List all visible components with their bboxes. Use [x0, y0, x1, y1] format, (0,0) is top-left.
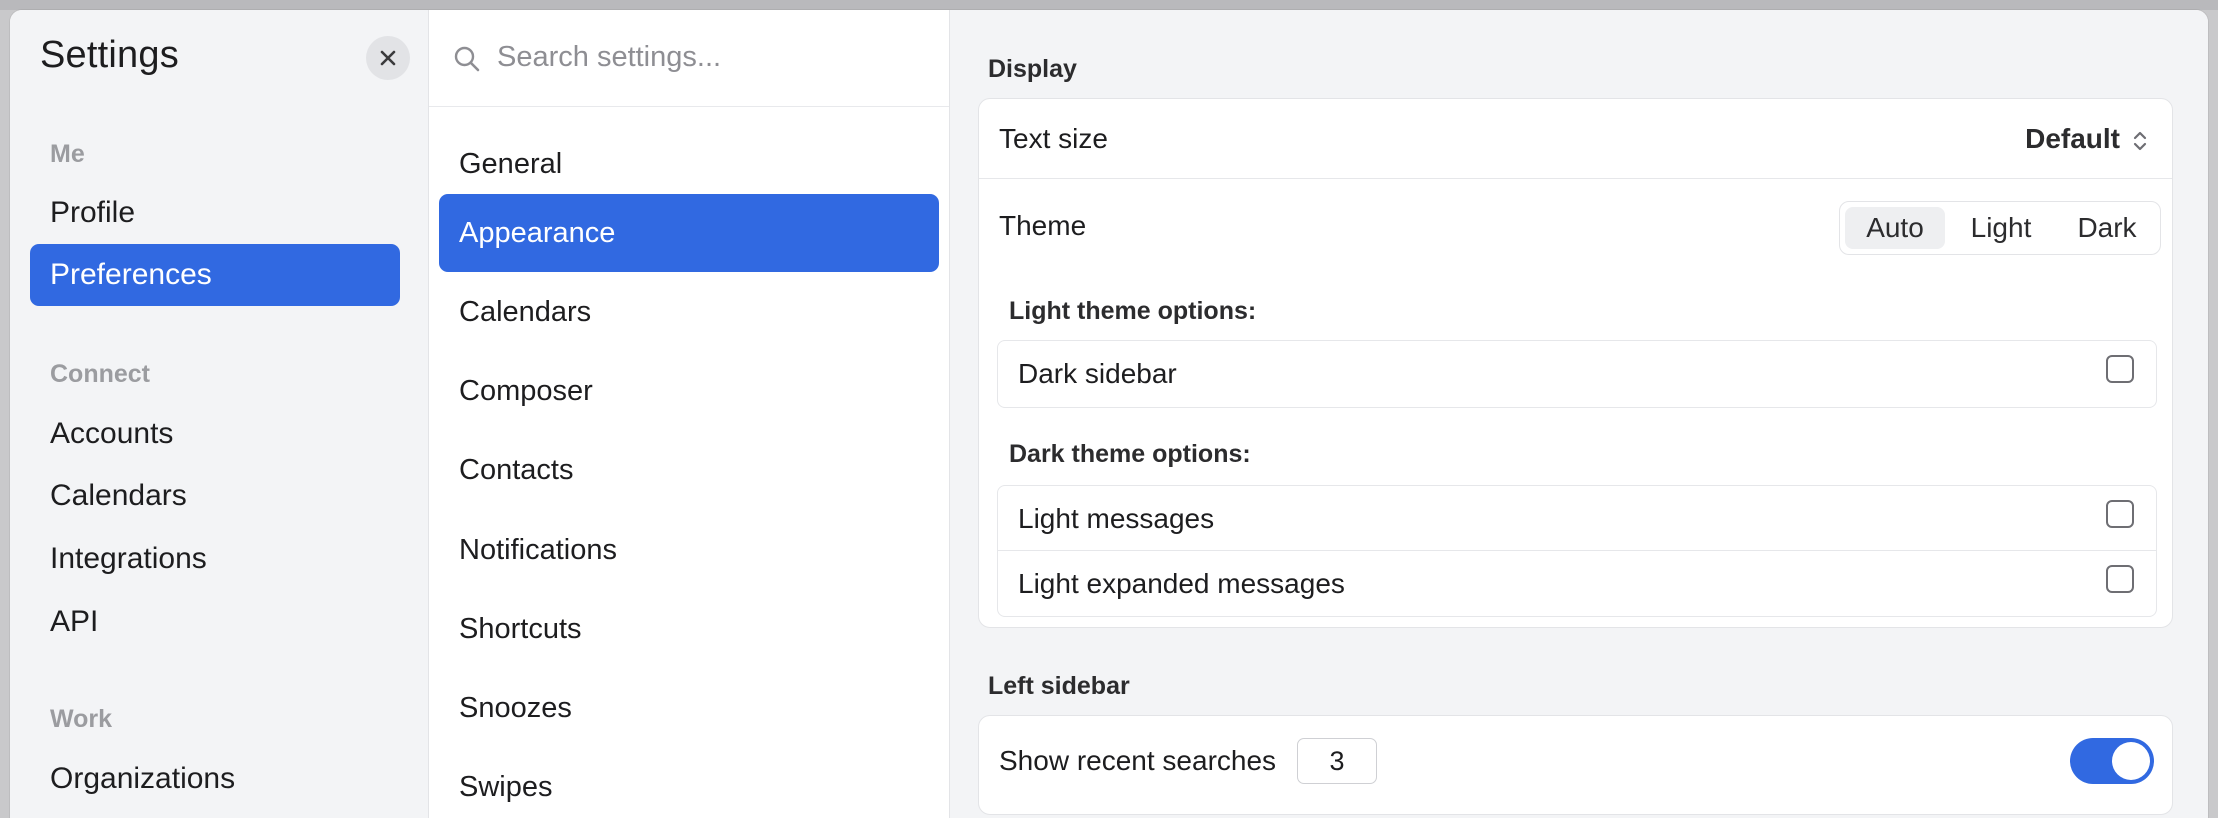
divider — [979, 178, 2172, 179]
close-icon — [380, 50, 396, 66]
light-messages-label: Light messages — [1018, 503, 1215, 534]
dark-sidebar-label: Dark sidebar — [1018, 358, 1177, 389]
category-general[interactable]: General — [439, 125, 939, 203]
search-icon — [454, 46, 480, 72]
text-size-value: Default — [2025, 123, 2120, 154]
category-composer[interactable]: Composer — [439, 352, 939, 430]
chevron-up-down-icon — [2133, 131, 2147, 151]
category-notifications[interactable]: Notifications — [439, 511, 939, 589]
left-sidebar-card: Show recent searches 3 — [978, 715, 2173, 815]
search-input[interactable] — [497, 34, 927, 80]
category-shortcuts[interactable]: Shortcuts — [439, 590, 939, 668]
section-label-work: Work — [50, 705, 113, 733]
section-label-connect: Connect — [50, 360, 150, 388]
toggle-knob — [2112, 742, 2150, 780]
settings-sidebar: Settings Me Profile Preferences Connect … — [10, 10, 429, 818]
light-theme-options-box: Dark sidebar — [997, 340, 2157, 408]
display-heading: Display — [988, 55, 1077, 83]
recent-searches-count-input[interactable]: 3 — [1297, 738, 1377, 784]
sidebar-item-integrations[interactable]: Integrations — [30, 528, 400, 590]
text-size-label: Text size — [999, 123, 1108, 154]
light-messages-checkbox[interactable] — [2106, 500, 2134, 528]
settings-categories: General Appearance Calendars Composer Co… — [429, 10, 950, 818]
appearance-settings: Display Text size Default Theme Auto Lig… — [950, 10, 2208, 818]
sidebar-item-organizations[interactable]: Organizations — [30, 748, 400, 810]
light-theme-options-heading: Light theme options: — [1009, 297, 1257, 325]
search-bar — [429, 10, 949, 107]
dark-theme-options-box: Light messages Light expanded messages — [997, 485, 2157, 617]
section-label-me: Me — [50, 140, 85, 168]
close-button[interactable] — [366, 36, 410, 80]
theme-label: Theme — [999, 210, 1087, 241]
light-expanded-messages-label: Light expanded messages — [1018, 568, 1345, 599]
theme-option-light[interactable]: Light — [1951, 207, 2051, 249]
theme-segmented-control: Auto Light Dark — [1839, 201, 2161, 255]
settings-title: Settings — [40, 34, 179, 76]
backdrop — [0, 0, 2218, 10]
recent-searches-label: Show recent searches — [999, 745, 1277, 776]
category-contacts[interactable]: Contacts — [439, 431, 939, 509]
dark-sidebar-checkbox[interactable] — [2106, 355, 2134, 383]
sidebar-item-accounts[interactable]: Accounts — [30, 403, 400, 465]
theme-option-dark[interactable]: Dark — [2057, 207, 2157, 249]
category-swipes[interactable]: Swipes — [439, 748, 939, 818]
dark-theme-options-heading: Dark theme options: — [1009, 440, 1251, 468]
divider — [998, 550, 2156, 551]
category-calendars[interactable]: Calendars — [439, 273, 939, 351]
sidebar-item-profile[interactable]: Profile — [30, 182, 400, 244]
left-sidebar-heading: Left sidebar — [988, 672, 1130, 700]
light-expanded-messages-checkbox[interactable] — [2106, 565, 2134, 593]
category-appearance[interactable]: Appearance — [439, 194, 939, 272]
category-snoozes[interactable]: Snoozes — [439, 669, 939, 747]
sidebar-item-calendars[interactable]: Calendars — [30, 465, 400, 527]
sidebar-item-api[interactable]: API — [30, 591, 400, 653]
sidebar-item-preferences[interactable]: Preferences — [30, 244, 400, 306]
display-card: Text size Default Theme Auto Light Dark … — [978, 98, 2173, 628]
theme-option-auto[interactable]: Auto — [1845, 207, 1945, 249]
settings-window: Settings Me Profile Preferences Connect … — [10, 10, 2208, 818]
recent-searches-toggle[interactable] — [2070, 738, 2154, 784]
